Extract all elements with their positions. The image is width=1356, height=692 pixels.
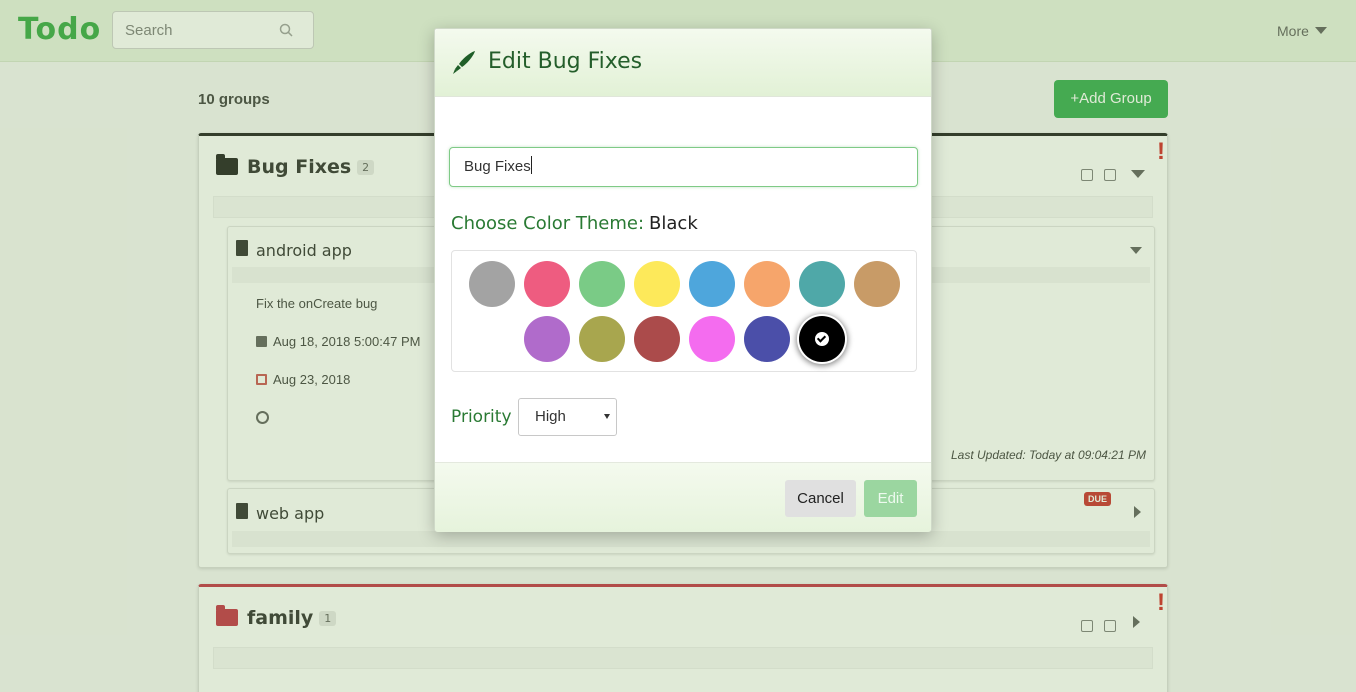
color-swatch[interactable]: [633, 316, 680, 362]
group-name-input[interactable]: Bug Fixes: [449, 147, 918, 187]
color-swatch-picker: [451, 250, 917, 372]
color-swatch[interactable]: [578, 261, 625, 307]
modal-title: Edit Bug Fixes: [488, 49, 643, 74]
priority-select[interactable]: High: [518, 398, 617, 436]
color-swatch[interactable]: [633, 261, 680, 307]
group-name-value: Bug Fixes: [464, 158, 531, 175]
color-swatch[interactable]: [688, 316, 735, 362]
color-swatch[interactable]: [743, 316, 790, 362]
color-swatch[interactable]: [523, 261, 570, 307]
edit-button[interactable]: Edit: [864, 480, 917, 517]
color-swatch[interactable]: [468, 261, 515, 307]
text-cursor: [530, 156, 532, 174]
priority-label: Priority: [451, 407, 512, 427]
check-circle-icon: [814, 332, 829, 346]
modal-header: Edit Bug Fixes: [435, 29, 931, 97]
color-theme-row: Choose Color Theme: Black: [451, 213, 698, 234]
color-swatch[interactable]: [688, 261, 735, 307]
color-swatch[interactable]: [523, 316, 570, 362]
color-swatch[interactable]: [798, 261, 845, 307]
color-swatch[interactable]: [578, 316, 625, 362]
color-swatch[interactable]: [853, 261, 900, 307]
color-theme-value: Black: [649, 213, 698, 234]
select-caret-icon: [604, 414, 610, 419]
color-swatch[interactable]: [798, 316, 845, 362]
priority-value: High: [535, 408, 566, 425]
pen-icon: [453, 51, 475, 74]
modal-footer: Cancel Edit: [435, 462, 931, 532]
edit-group-modal: Edit Bug Fixes Bug Fixes Choose Color Th…: [434, 28, 932, 532]
color-swatch[interactable]: [743, 261, 790, 307]
cancel-button[interactable]: Cancel: [785, 480, 856, 517]
color-theme-label: Choose Color Theme:: [451, 213, 645, 234]
